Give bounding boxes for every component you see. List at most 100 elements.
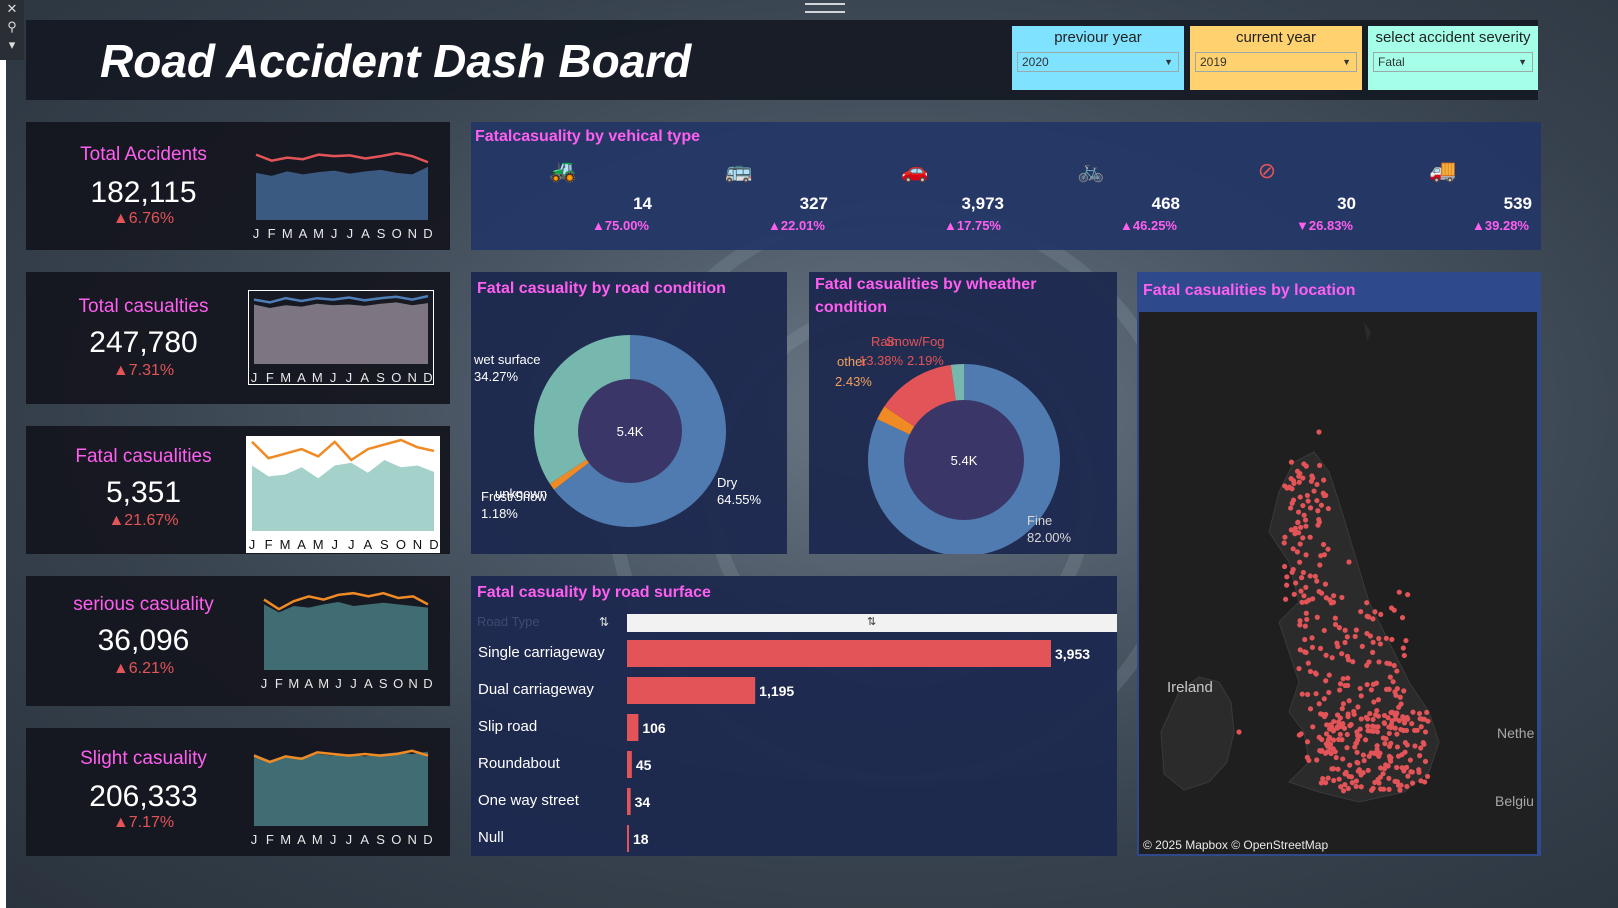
map-dot (1332, 749, 1338, 755)
map-dot (1288, 505, 1294, 511)
map-dot (1405, 592, 1411, 598)
map-dot (1377, 765, 1384, 771)
map-dot (1417, 753, 1423, 759)
map-dot (1397, 787, 1403, 793)
current-year-filter[interactable]: current year 2019 ▼ (1190, 26, 1362, 90)
map-dot (1304, 754, 1310, 760)
map-dot (1304, 492, 1310, 499)
month-tick: J (251, 832, 258, 847)
kpi-title: serious casuality (73, 594, 214, 615)
map-dot (1396, 589, 1402, 595)
month-tick: J (335, 676, 342, 691)
map-dot (1359, 643, 1365, 649)
map-dot (1303, 552, 1309, 558)
vehicle-delta: ▲22.01% (768, 218, 825, 233)
map-dot (1304, 616, 1310, 623)
map-dot (1358, 609, 1364, 615)
donut-label: Fine (1027, 513, 1052, 528)
map-dot (1341, 725, 1348, 731)
map-dot (1353, 783, 1359, 790)
map-dot (1345, 682, 1351, 689)
chevron-down-icon[interactable]: ▾ (0, 36, 24, 54)
month-tick: F (275, 676, 283, 691)
kpi-title: Fatal casualities (75, 446, 212, 467)
severity-filter[interactable]: select accident severity Fatal ▼ (1368, 26, 1538, 90)
month-tick: N (408, 676, 417, 691)
map-dot (1318, 780, 1324, 786)
map-dot (1389, 636, 1395, 643)
bar-category-label: Roundabout (478, 755, 561, 772)
map-dot (1414, 727, 1420, 733)
map-dot (1324, 722, 1330, 728)
previous-year-filter[interactable]: previour year 2020 ▼ (1012, 26, 1184, 90)
close-icon[interactable]: ✕ (0, 0, 24, 18)
previous-year-select[interactable]: 2020 ▼ (1017, 52, 1179, 72)
map-dot (1292, 531, 1298, 537)
map-dot (1340, 788, 1347, 794)
map-dot (1386, 786, 1392, 792)
month-tick: N (407, 832, 416, 847)
month-tick: S (380, 537, 389, 552)
kpi-sparkline: JFMAMJJASOND (248, 290, 434, 385)
month-tick: J (346, 370, 353, 385)
map-dot (1418, 724, 1424, 730)
kpi-delta: ▲6.76% (112, 210, 175, 227)
map-dot (1310, 596, 1316, 602)
month-tick: J (253, 226, 260, 241)
map-dot (1408, 769, 1414, 775)
pin-icon[interactable]: ⚲ (0, 18, 24, 36)
map-dot (1296, 479, 1302, 485)
location-map[interactable]: Ireland Nethe Belgiu © 2025 Mapbox © Ope… (1139, 312, 1537, 854)
map-dot (1396, 718, 1402, 724)
map-dot (1394, 686, 1400, 692)
map-dot (1325, 737, 1332, 743)
weather-donut: 5.4KFine82.00%other2.43%Rain13.38%Snow/F… (835, 334, 1072, 554)
current-year-select[interactable]: 2019 ▼ (1195, 52, 1357, 72)
sparkline-area (254, 302, 428, 364)
month-tick: F (266, 370, 274, 385)
map-dot (1316, 701, 1322, 707)
map-dot (1342, 639, 1348, 646)
drag-handle[interactable] (805, 3, 845, 13)
month-tick: A (360, 832, 369, 847)
severity-select[interactable]: Fatal ▼ (1373, 52, 1533, 72)
bar-value-label: 45 (636, 757, 652, 773)
bar (627, 714, 639, 741)
map-dot (1355, 760, 1361, 766)
map-dot (1352, 633, 1358, 640)
vehicle-value: 3,973 (961, 194, 1004, 213)
map-dot (1400, 714, 1406, 720)
map-dot (1422, 758, 1429, 765)
filter-label: previour year (1054, 29, 1142, 46)
map-dot (1375, 724, 1381, 730)
map-dot (1346, 559, 1352, 565)
map-dot (1292, 525, 1299, 531)
map-dot (1364, 681, 1370, 688)
vehicle-value: 30 (1337, 194, 1356, 213)
map-dot (1309, 635, 1315, 641)
map-dot (1394, 731, 1400, 737)
month-tick: A (360, 370, 369, 385)
month-tick: N (408, 226, 417, 241)
bar-category-label: Single carriageway (478, 644, 605, 661)
bar (627, 640, 1051, 667)
map-dot (1317, 462, 1323, 469)
map-dot (1348, 721, 1354, 728)
map-dot (1288, 459, 1295, 465)
kpi-fatal-casualties: Fatal casualities 5,351 ▲21.67% J F M A M J J A S O N… (26, 426, 450, 554)
month-tick: A (299, 226, 308, 241)
bar (627, 788, 631, 815)
month-tick: M (313, 537, 324, 552)
donut-pct: 2.43% (835, 374, 872, 389)
donut-label: Snow/Fog (886, 334, 945, 349)
map-dot (1388, 755, 1394, 761)
map-dot (1337, 681, 1344, 687)
bar (627, 751, 632, 778)
map-dot (1314, 614, 1320, 620)
bar (627, 677, 756, 704)
map-dot (1385, 763, 1391, 769)
map-dot (1399, 615, 1406, 621)
month-tick: J (330, 832, 337, 847)
map-dot (1370, 681, 1377, 688)
vehicle-panel-title: Fatalcasuality by vehical type (475, 128, 700, 145)
